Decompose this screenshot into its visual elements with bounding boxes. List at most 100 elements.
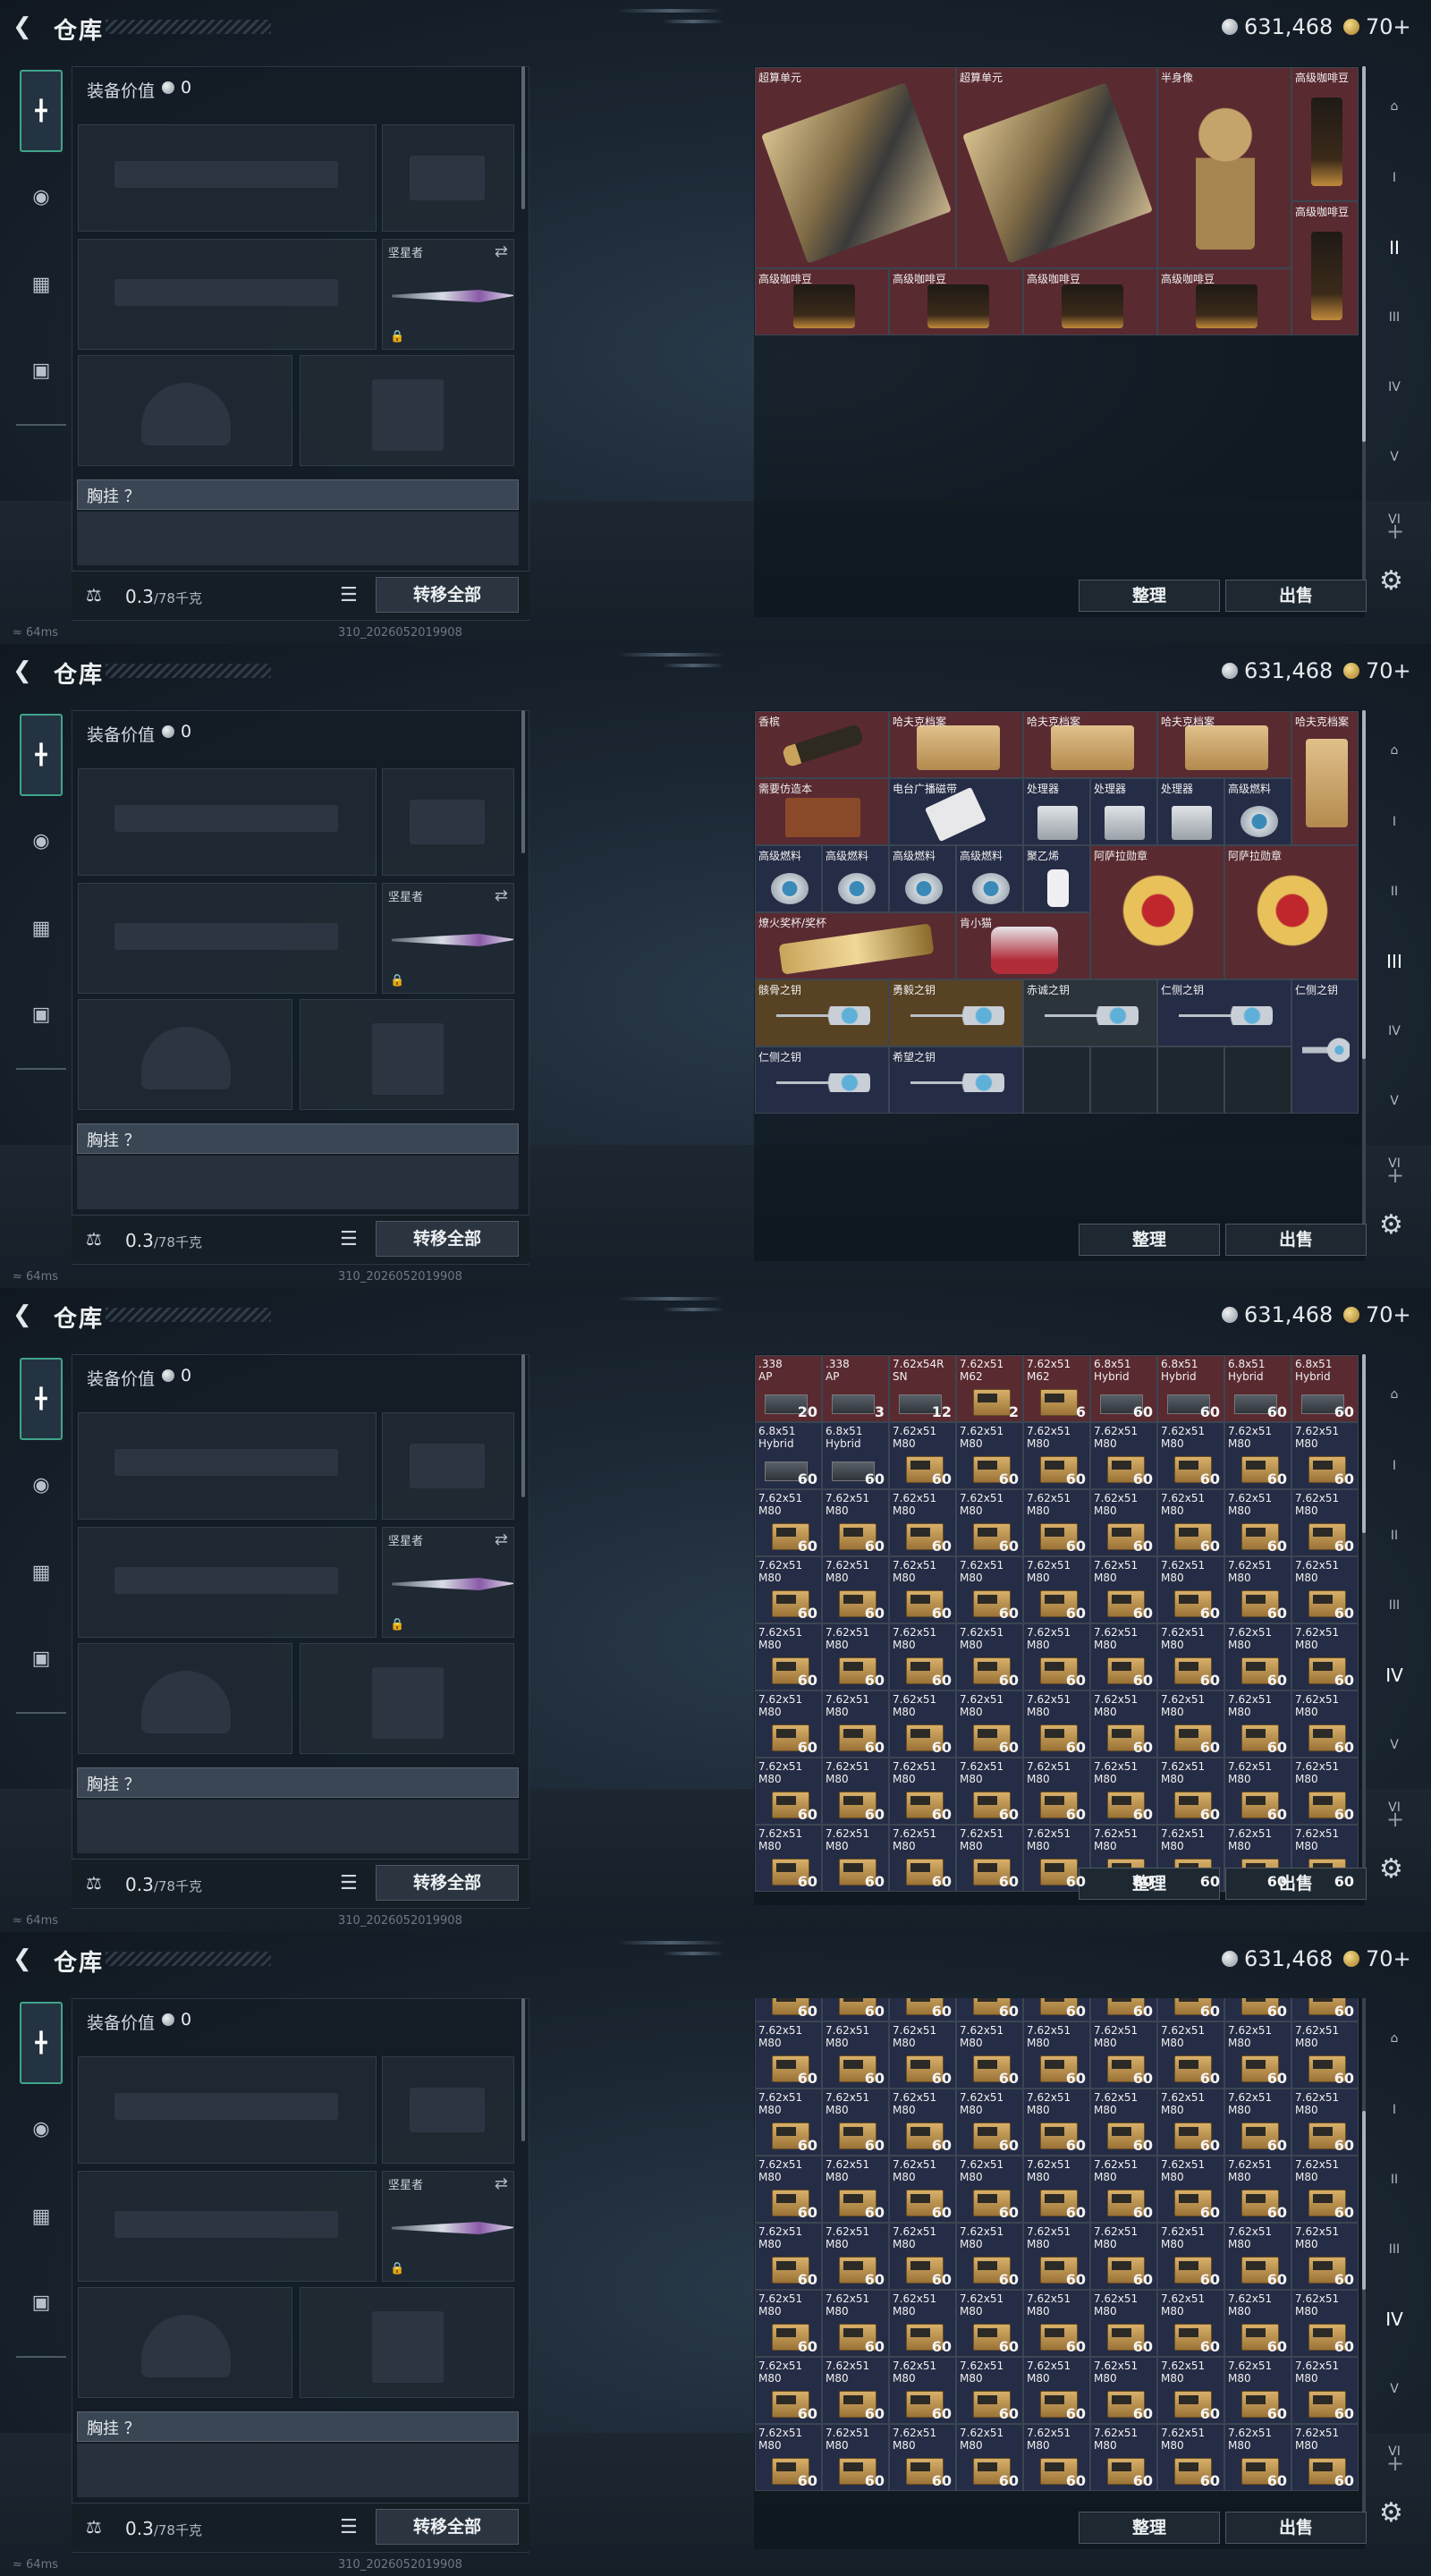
stash-item[interactable]: 希望之钥 xyxy=(889,1046,1023,1114)
ammo-item[interactable]: 7.62x51M8060 xyxy=(889,1998,956,2021)
stash-item[interactable]: 电台广播磁带 xyxy=(889,778,1023,845)
tab-weapons[interactable]: ╋ xyxy=(20,2002,63,2084)
settings-gear-icon[interactable]: ⚙ xyxy=(1379,565,1403,597)
ammo-item[interactable]: 7.62x51M8060 xyxy=(1023,2089,1090,2156)
ammo-item[interactable]: 6.8x51 Hybrid 60 xyxy=(1224,1355,1291,1422)
ammo-item[interactable]: 7.62x51M8060 xyxy=(1157,1998,1224,2021)
ammo-item[interactable]: 7.62x51M8060 xyxy=(755,1998,822,2021)
ammo-item[interactable]: 7.62x51M8060 xyxy=(956,1489,1023,1556)
ammo-item[interactable]: 7.62x51M8060 xyxy=(1157,1758,1224,1825)
body-armor-slot[interactable] xyxy=(300,2287,514,2398)
stash-item[interactable]: 阿萨拉勋章 xyxy=(1224,845,1359,979)
pistol-slot[interactable] xyxy=(382,124,514,232)
ammo-item[interactable]: 7.62x51M8060 xyxy=(1157,2089,1224,2156)
primary-weapon-slot[interactable] xyxy=(78,124,377,232)
ammo-item[interactable]: 7.62x51M8060 xyxy=(1090,1623,1157,1690)
primary-weapon-slot[interactable] xyxy=(78,2056,377,2164)
stash-page-3-icon[interactable]: III xyxy=(1374,1585,1415,1626)
empty-slot[interactable] xyxy=(1023,1046,1090,1114)
ammo-item[interactable]: 7.62x51M8060 xyxy=(1090,1758,1157,1825)
list-icon[interactable]: ☰ xyxy=(340,2516,358,2538)
stash-item[interactable]: 处理器 xyxy=(1023,778,1090,845)
ammo-item[interactable]: 7.62x51M8060 xyxy=(1291,2357,1359,2424)
ammo-item[interactable]: 7.62x51M8060 xyxy=(1291,2424,1359,2491)
ammo-item[interactable]: 7.62x51M8060 xyxy=(956,1422,1023,1489)
stash-scroll-thumb[interactable] xyxy=(1362,1354,1366,1533)
ammo-item[interactable]: 7.62x51M8060 xyxy=(1090,2021,1157,2089)
add-page-icon[interactable]: + xyxy=(1386,1807,1404,1832)
add-page-icon[interactable]: + xyxy=(1386,519,1404,544)
ammo-item[interactable]: 7.62x51M8060 xyxy=(1157,2223,1224,2290)
stash-home-icon[interactable]: ⌂ xyxy=(1374,730,1415,771)
ammo-item[interactable]: 7.62x51M8060 xyxy=(1090,2223,1157,2290)
stash-item[interactable]: 高级咖啡豆 xyxy=(1157,268,1291,335)
ammo-item[interactable]: 7.62x51M8060 xyxy=(822,1556,889,1623)
stash-item[interactable]: 高级咖啡豆 xyxy=(1291,67,1359,201)
ammo-item[interactable]: 7.62x51M8060 xyxy=(1157,2357,1224,2424)
ammo-item[interactable]: 7.62x51M8060 xyxy=(956,2424,1023,2491)
stash-item[interactable]: 仁侧之钥 xyxy=(1291,979,1359,1114)
stash-item[interactable]: 勇毅之钥 xyxy=(889,979,1023,1046)
stash-page-2-icon[interactable]: II xyxy=(1374,1515,1415,1556)
ammo-item[interactable]: 7.62x51M8060 xyxy=(1023,2424,1090,2491)
stash-item[interactable]: 仁侧之钥 xyxy=(1157,979,1291,1046)
secondary-weapon-slot[interactable] xyxy=(78,883,377,994)
stash-item[interactable]: 高级咖啡豆 xyxy=(889,268,1023,335)
ammo-item[interactable]: 7.62x51M8060 xyxy=(1224,2290,1291,2357)
ammo-item[interactable]: 7.62x51M8060 xyxy=(1157,1489,1224,1556)
back-arrow-icon[interactable]: ❮ xyxy=(13,1946,38,1971)
ammo-item[interactable]: 7.62x51M8060 xyxy=(822,1489,889,1556)
ammo-item[interactable]: 7.62x51M8060 xyxy=(1224,1998,1291,2021)
ammo-item[interactable]: 7.62x51M8060 xyxy=(889,1556,956,1623)
ammo-item[interactable]: 7.62x51M8060 xyxy=(956,1690,1023,1758)
helmet-slot[interactable] xyxy=(78,1643,292,1754)
stash-item[interactable]: 高级咖啡豆 xyxy=(755,268,889,335)
melee-slot[interactable]: 坚星者 ⇄ 🔒 xyxy=(382,239,514,350)
ammo-item[interactable]: 7.62x51M8060 xyxy=(1291,2089,1359,2156)
sort-button[interactable]: 整理 xyxy=(1079,1224,1220,1256)
transfer-all-button[interactable]: 转移全部 xyxy=(376,1221,519,1257)
stash-page-1-icon[interactable]: I xyxy=(1374,801,1415,843)
tab-armor[interactable]: ◉ xyxy=(20,177,63,216)
stash-item[interactable]: 燎火奖杯/奖杯 xyxy=(755,912,956,979)
transfer-all-button[interactable]: 转移全部 xyxy=(376,577,519,613)
sort-button[interactable]: 整理 xyxy=(1079,580,1220,612)
chest-rig-header[interactable]: 胸挂 ？ xyxy=(77,1123,519,1154)
ammo-item[interactable]: 7.62x51M8060 xyxy=(1023,1422,1090,1489)
ammo-item[interactable]: 7.62x51M8060 xyxy=(822,2290,889,2357)
ammo-item[interactable]: 7.62x51M8060 xyxy=(1023,1623,1090,1690)
stash-item[interactable]: 高级燃料 xyxy=(956,845,1023,912)
ammo-item[interactable]: 7.62x51M8060 xyxy=(1291,2290,1359,2357)
ammo-item[interactable]: 7.62x51M8060 xyxy=(1157,2290,1224,2357)
ammo-item[interactable]: 7.62x51M8060 xyxy=(1291,2156,1359,2223)
ammo-item[interactable]: 7.62x51M8060 xyxy=(1157,2021,1224,2089)
stash-item[interactable]: 聚乙烯 xyxy=(1023,845,1090,912)
ammo-item[interactable]: 6.8x51 Hybrid 60 xyxy=(822,1422,889,1489)
ammo-item[interactable]: 7.62x51M8060 xyxy=(1023,1998,1090,2021)
stash-item[interactable]: 半身像 xyxy=(1157,67,1291,268)
tab-vest[interactable]: ▦ xyxy=(20,265,63,304)
ammo-item[interactable]: .338 AP 3 xyxy=(822,1355,889,1422)
ammo-item[interactable]: 7.62x51M8060 xyxy=(1023,1690,1090,1758)
ammo-item[interactable]: 7.62x51M8060 xyxy=(755,1623,822,1690)
ammo-item[interactable]: 7.62x51M8060 xyxy=(1023,2290,1090,2357)
secondary-weapon-slot[interactable] xyxy=(78,2171,377,2282)
gold-currency[interactable]: 70+ xyxy=(1343,1946,1411,1971)
stash-scroll-thumb[interactable] xyxy=(1362,710,1366,1059)
tab-weapons[interactable]: ╋ xyxy=(20,714,63,796)
ammo-item[interactable]: 7.62x51M8060 xyxy=(956,2290,1023,2357)
stash-item[interactable]: 超算单元 xyxy=(956,67,1157,268)
stash-page-4-icon[interactable]: IV xyxy=(1374,2299,1415,2340)
ammo-item[interactable]: 7.62x51M8060 xyxy=(755,2089,822,2156)
list-icon[interactable]: ☰ xyxy=(340,584,358,606)
ammo-item[interactable]: 7.62x51M8060 xyxy=(956,2089,1023,2156)
stash-item[interactable]: 高级咖啡豆 xyxy=(1023,268,1157,335)
ammo-item[interactable]: 7.62x51M8060 xyxy=(1023,2021,1090,2089)
add-page-icon[interactable]: + xyxy=(1386,1163,1404,1188)
ammo-item[interactable]: 7.62x51M8060 xyxy=(1090,1556,1157,1623)
ammo-item[interactable]: 7.62x51M8060 xyxy=(889,1489,956,1556)
swap-icon[interactable]: ⇄ xyxy=(495,1530,508,1549)
ammo-item[interactable]: 6.8x51 Hybrid 60 xyxy=(1090,1355,1157,1422)
helmet-slot[interactable] xyxy=(78,999,292,1110)
ammo-item[interactable]: 7.62x51M8060 xyxy=(1224,2156,1291,2223)
